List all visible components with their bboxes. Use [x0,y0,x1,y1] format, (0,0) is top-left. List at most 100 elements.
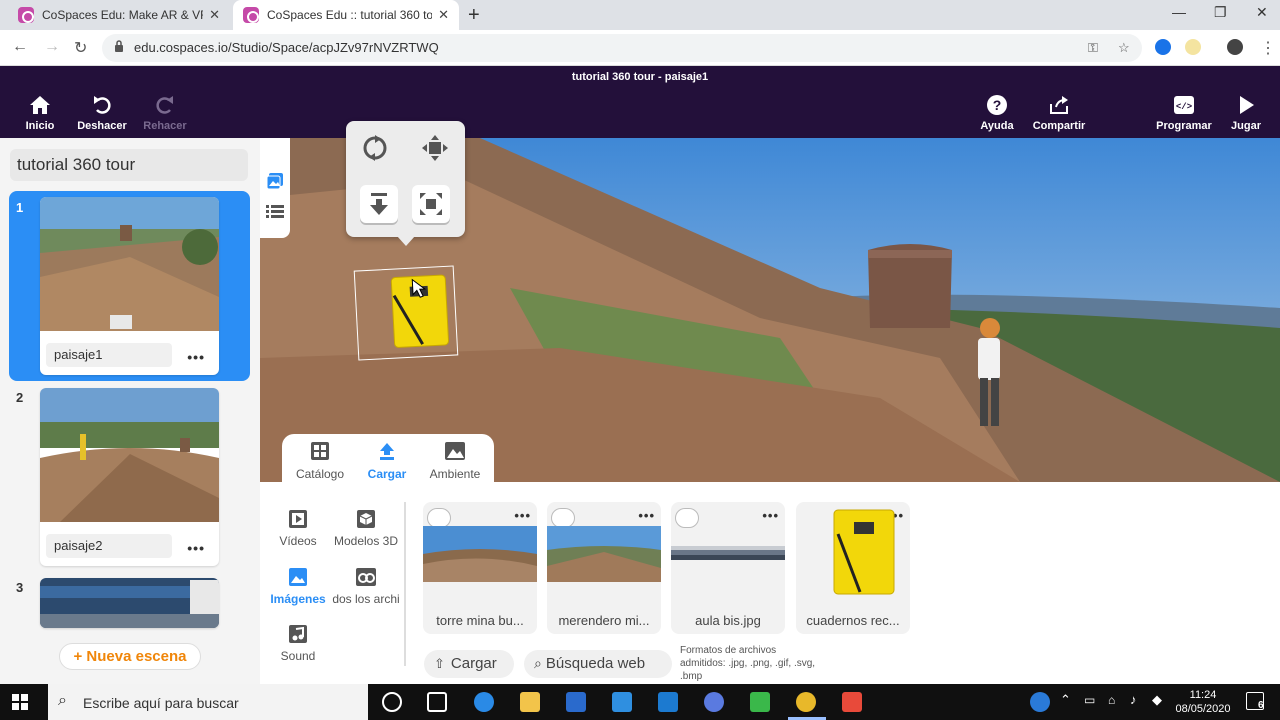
scene-name[interactable]: paisaje2 [46,534,172,558]
asset-name: torre mina bu... [436,613,524,628]
vr-360-badge-icon [427,508,451,528]
asset-card[interactable]: ••• cuadernos rec... [796,502,910,634]
back-icon[interactable]: ← [12,38,28,56]
category-videos[interactable]: Vídeos [260,508,336,548]
url-text: edu.cospaces.io/Studio/Space/acpJZv97rNV… [134,40,439,55]
move-arrows-icon [422,135,448,161]
asset-thumbnail [671,546,785,560]
chrome-icon[interactable] [796,692,816,712]
profile-avatar-icon[interactable] [1227,39,1243,55]
scale-button[interactable] [412,185,450,223]
recorder-icon[interactable] [842,692,862,712]
restore-icon[interactable]: ❐ [1214,4,1227,21]
extension-icon[interactable] [1155,39,1171,55]
cortana-icon[interactable] [382,692,402,712]
more-options-icon[interactable]: ••• [187,540,205,556]
project-title-field[interactable]: tutorial 360 tour [10,149,248,181]
task-view-icon[interactable] [427,692,447,712]
close-tab-icon[interactable]: ✕ [209,7,220,23]
system-clock[interactable]: 11:24 08/05/2020 [1172,688,1234,716]
network-icon[interactable]: ⌂ [1108,693,1115,707]
asset-card[interactable]: ••• torre mina bu... [423,502,537,634]
browser-tab[interactable]: CoSpaces Edu: Make AR & VR in ✕ [8,0,230,30]
lift-button[interactable] [360,185,398,223]
app-icon[interactable] [704,692,724,712]
category-sound[interactable]: Sound [260,623,336,663]
list-icon[interactable] [266,204,284,220]
web-search-button[interactable]: ⌕ Búsqueda web [524,650,672,678]
more-options-icon[interactable]: ••• [762,508,779,523]
redo-button[interactable]: Rehacer [140,94,190,132]
share-button[interactable]: Compartir [1030,94,1088,132]
menu-kebab-icon[interactable]: ⋮ [1260,38,1276,58]
battery-icon[interactable]: ▭ [1084,693,1095,707]
cospaces-favicon-icon [18,7,34,23]
tab-catalog[interactable]: Catálogo [292,440,348,481]
upload-button-label: Cargar [450,655,497,672]
lock-icon [115,40,123,52]
url-field[interactable]: edu.cospaces.io/Studio/Space/acpJZv97rNV… [102,34,1142,62]
extension-icon[interactable] [1185,39,1201,55]
play-button[interactable]: Jugar [1228,94,1264,132]
move-button[interactable] [416,129,454,167]
tray-chevron-icon[interactable]: ⌃ [1060,692,1071,708]
svg-text:</>: </> [1176,102,1192,112]
taskbar-search-field[interactable]: ⌕ Escribe aquí para buscar [48,684,368,720]
scene-name[interactable]: paisaje1 [46,343,172,367]
tab-title: CoSpaces Edu :: tutorial 360 tour [267,8,433,22]
store-icon[interactable] [566,692,586,712]
more-options-icon[interactable]: ••• [514,508,531,523]
upload-button[interactable]: ⇧ Cargar [424,650,514,678]
close-window-icon[interactable]: ✕ [1256,4,1268,21]
scene-card[interactable]: paisaje1 ••• [40,197,219,375]
code-button[interactable]: </> Programar [1154,94,1214,132]
key-icon[interactable]: ⚿ [1088,40,1098,56]
minimize-icon[interactable]: — [1172,4,1186,20]
windows-start-icon[interactable] [12,694,28,710]
cospaces-favicon-icon [243,7,259,23]
reload-icon[interactable]: ↻ [74,38,87,58]
help-tray-icon[interactable] [1030,692,1050,712]
close-tab-icon[interactable]: ✕ [438,7,449,23]
file-explorer-icon[interactable] [520,692,540,712]
home-button[interactable]: Inicio [22,94,58,132]
undo-button[interactable]: Deshacer [74,94,130,132]
volume-icon[interactable]: ♪ [1130,692,1137,707]
help-button[interactable]: ? Ayuda [978,94,1016,132]
mail-icon[interactable] [658,692,678,712]
asset-card[interactable]: ••• aula bis.jpg [671,502,785,634]
selected-object-box[interactable] [353,265,459,361]
asset-thumbnail [547,526,661,582]
gallery-icon[interactable] [266,172,284,190]
forward-icon[interactable]: → [44,38,60,56]
asset-card[interactable]: ••• merendero mi... [547,502,661,634]
new-scene-button[interactable]: + Nueva escena [59,643,201,670]
viewport-side-toolbar [260,138,290,238]
browser-tab-active[interactable]: CoSpaces Edu :: tutorial 360 tour ✕ [233,0,459,30]
bookmark-star-icon[interactable]: ☆ [1118,40,1130,56]
scene-card[interactable]: paisaje2 ••• [40,388,219,566]
dropbox-icon[interactable]: ◆ [1152,692,1162,708]
category-all-files[interactable]: dos los archi [328,566,404,606]
tab-upload[interactable]: Cargar [364,440,410,481]
undo-label: Deshacer [77,120,127,132]
scene-card[interactable] [40,578,219,628]
undo-icon [94,96,111,114]
app-icon[interactable] [612,692,632,712]
category-videos-label: Vídeos [279,534,317,548]
more-options-icon[interactable]: ••• [638,508,655,523]
search-icon: ⌕ [58,692,67,709]
camtasia-icon[interactable] [750,692,770,712]
new-tab-icon[interactable]: + [468,4,480,27]
edge-browser-icon[interactable] [474,692,494,712]
category-images[interactable]: Imágenes [260,566,336,606]
svg-text:?: ? [993,97,1002,113]
video-icon [289,510,307,528]
tab-environment[interactable]: Ambiente [424,440,486,481]
rotate-button[interactable] [356,129,394,167]
more-options-icon[interactable]: ••• [187,349,205,365]
category-3d-models[interactable]: Modelos 3D [328,508,404,548]
home-icon [30,96,50,114]
home-label: Inicio [25,120,55,132]
library-tabs: Catálogo Cargar Ambiente [282,434,494,484]
